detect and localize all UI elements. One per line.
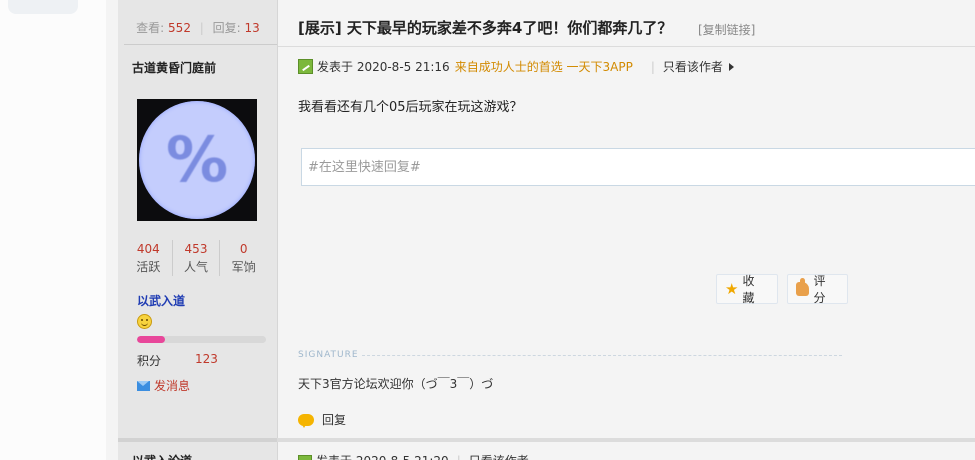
thread-title: [展示] 天下最早的玩家差不多奔4了吧！你们都奔几了？ (298, 19, 673, 37)
views-count: 552 (168, 21, 191, 35)
avatar[interactable]: % (137, 99, 257, 221)
pen-icon (298, 59, 313, 74)
app-source-link[interactable]: 来自成功人士的首选 一天下3APP (455, 58, 633, 75)
next-author-only-link[interactable]: 只看该作者 (469, 452, 529, 460)
reply-label: 回复 (322, 413, 347, 427)
post-divider (277, 438, 975, 442)
author-only-link[interactable]: 只看该作者 (663, 58, 723, 75)
posted-time: 发表于 2020-8-5 21:16 (317, 60, 450, 74)
level-progress-bar (137, 336, 266, 343)
metric-label: 活跃 (136, 260, 161, 274)
envelope-icon (137, 380, 150, 391)
stats-separator: | (199, 21, 204, 35)
metric-value: 0 (239, 242, 248, 256)
metric-value: 404 (136, 242, 160, 256)
author-metrics: 404 活跃 453 人气 0 军饷 (125, 240, 267, 276)
rate-button[interactable]: 评分 (787, 274, 848, 305)
metric-label: 军饷 (231, 260, 256, 274)
next-post-meta: 发表于 2020-8-5 21:20 | 只看该作者 (298, 452, 529, 460)
quick-reply-input[interactable] (301, 148, 975, 186)
views-label: 查看: (136, 21, 165, 35)
thumb-icon (796, 278, 809, 296)
author-name[interactable]: 古道黄昏门庭前 (132, 59, 216, 76)
star-icon: ★ (725, 280, 739, 298)
send-message-link[interactable]: 发消息 (137, 377, 190, 394)
metric-pay[interactable]: 0 军饷 (220, 240, 267, 276)
replies-count: 13 (244, 21, 260, 35)
next-posted-time: 发表于 2020-8-5 21:20 (316, 452, 449, 460)
user-rank[interactable]: 以武入道 (137, 292, 185, 309)
signature-text: 天下3官方论坛欢迎你（づ￣3￣）づ (298, 377, 494, 391)
replies-label: 回复: (212, 21, 241, 35)
copy-link-button[interactable]: [复制链接] (698, 21, 755, 38)
triangle-right-icon (728, 62, 734, 71)
signature-label: SIGNATURE (298, 350, 359, 360)
percent-icon: % (165, 123, 229, 196)
reply-button[interactable]: 回复 (298, 411, 346, 428)
metric-value: 453 (184, 242, 208, 256)
meta-separator: | (650, 59, 655, 74)
post-meta: 发表于 2020-8-5 21:16 来自成功人士的首选 一天下3APP | 只… (298, 58, 734, 75)
level-progress-fill (137, 336, 166, 343)
sidebar-divider (124, 44, 277, 45)
favorite-button[interactable]: ★ 收藏 (716, 274, 778, 305)
rate-label: 评分 (813, 274, 826, 305)
column-divider (277, 0, 278, 460)
score-value: 123 (195, 352, 218, 366)
metric-popularity[interactable]: 453 人气 (173, 240, 221, 276)
thread-stats: 查看: 552 | 回复: 13 (118, 19, 278, 36)
bubble-icon (298, 413, 314, 428)
left-decoration (8, 0, 78, 14)
metric-label: 人气 (184, 260, 209, 274)
metric-activity[interactable]: 404 活跃 (125, 240, 173, 276)
favorite-label: 收藏 (742, 274, 755, 305)
page-left-background (0, 0, 106, 460)
meta-separator: | (457, 454, 461, 460)
post-content: 我看看还有几个05后玩家在玩这游戏？ (298, 100, 523, 115)
score-label: 积分 (137, 354, 162, 368)
signature-divider (362, 355, 842, 356)
pen-icon (298, 454, 312, 460)
title-divider (278, 46, 975, 47)
smiley-icon (137, 314, 152, 329)
next-author-name[interactable]: 以武入论道 (132, 452, 192, 460)
send-message-label: 发消息 (154, 379, 191, 393)
